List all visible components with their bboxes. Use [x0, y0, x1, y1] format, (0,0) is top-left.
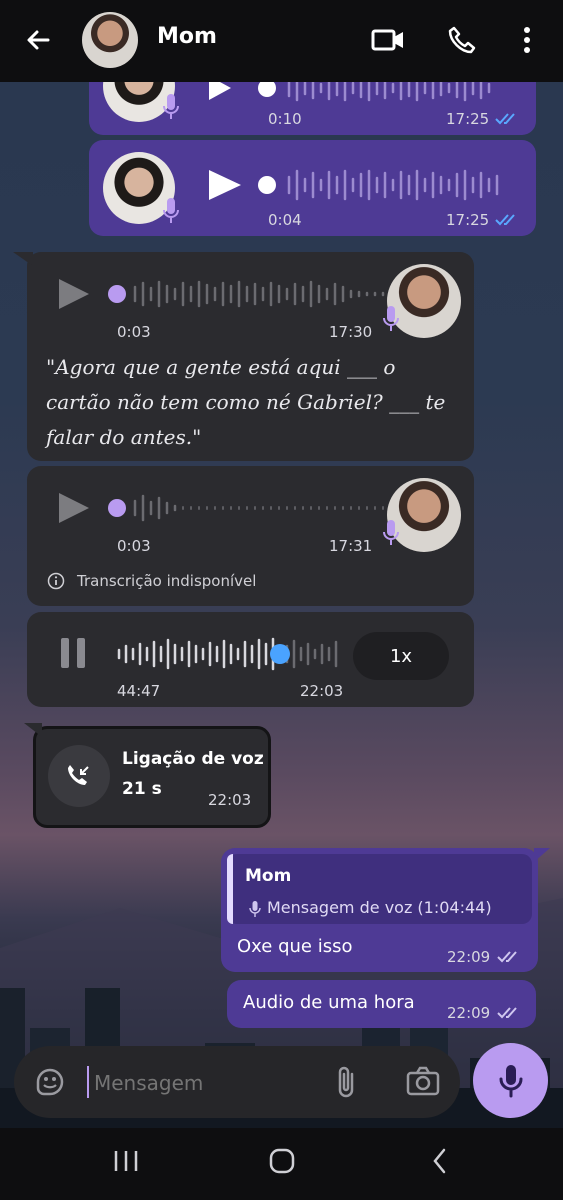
voice-message-incoming[interactable]: 0:03 17:31 Transcrição indisponível: [27, 466, 474, 606]
quoted-message[interactable]: Mom Mensagem de voz (1:04:44): [227, 854, 532, 924]
read-ticks-icon: [495, 113, 515, 125]
voice-waveform[interactable]: [209, 168, 519, 202]
info-icon: [47, 572, 65, 590]
quoted-name: Mom: [245, 866, 292, 886]
recent-apps-icon[interactable]: [112, 1148, 140, 1174]
voice-message-incoming[interactable]: 1x 44:47 22:03: [27, 612, 474, 707]
message-time: 17:30: [329, 323, 373, 341]
voice-duration: 0:03: [117, 537, 151, 555]
home-icon[interactable]: [268, 1147, 296, 1175]
mic-icon: [383, 306, 399, 331]
delivered-ticks-icon: [497, 951, 517, 963]
transcript-status: Transcrição indisponível: [77, 572, 257, 590]
read-ticks-icon: [495, 214, 515, 226]
voice-waveform[interactable]: [115, 636, 345, 672]
message-time: 22:03: [300, 682, 344, 700]
bubble-tail: [534, 848, 550, 862]
mic-icon: [499, 1065, 523, 1098]
message-time: 17:25: [446, 110, 490, 128]
back-nav-icon[interactable]: [430, 1147, 450, 1175]
mic-icon: [383, 520, 399, 545]
voice-position: 44:47: [117, 682, 161, 700]
contact-name[interactable]: Mom: [157, 24, 217, 49]
record-voice-button[interactable]: [473, 1043, 548, 1118]
message-time: 22:09: [447, 948, 491, 966]
playback-speed-button[interactable]: 1x: [353, 632, 449, 680]
message-time: 17:25: [446, 211, 490, 229]
chat-header: Mom: [0, 0, 563, 82]
camera-icon[interactable]: [406, 1066, 440, 1096]
message-time: 22:09: [447, 1004, 491, 1022]
incoming-call-icon: [68, 765, 89, 785]
voice-duration: 0:03: [117, 323, 151, 341]
message-time: 22:03: [208, 791, 252, 809]
call-duration: 21 s: [122, 779, 162, 799]
message-input[interactable]: [92, 1062, 316, 1104]
voice-call-message[interactable]: Ligação de voz 21 s 22:03: [24, 723, 271, 828]
quoted-text: Mensagem de voz (1:04:44): [267, 898, 492, 917]
voice-duration: 0:10: [268, 110, 302, 128]
text-message-outgoing[interactable]: Audio de uma hora 22:09: [227, 980, 536, 1028]
voice-message-outgoing[interactable]: 0:04 17:25: [89, 140, 536, 236]
message-text: Audio de uma hora: [243, 992, 415, 1013]
bubble-tail: [13, 252, 33, 266]
video-call-icon[interactable]: [370, 22, 406, 58]
mic-icon: [163, 198, 179, 223]
call-label: Ligação de voz: [122, 749, 264, 769]
text-cursor: [87, 1066, 89, 1098]
message-composer: [14, 1046, 460, 1118]
pause-icon[interactable]: [59, 636, 89, 670]
system-navigation-bar: [0, 1128, 563, 1200]
reply-message[interactable]: Mom Mensagem de voz (1:04:44) Oxe que is…: [221, 848, 550, 972]
sticker-icon[interactable]: [34, 1066, 66, 1098]
bubble-tail: [24, 723, 42, 737]
more-icon[interactable]: [512, 22, 542, 58]
message-time: 17:31: [329, 537, 373, 555]
call-icon-circle: [48, 745, 110, 807]
message-text: Oxe que isso: [237, 936, 353, 957]
mic-icon: [163, 94, 179, 119]
voice-transcript: "Agora que a gente está aqui ___ o cartã…: [46, 355, 446, 449]
mic-icon: [249, 901, 261, 917]
phone-icon[interactable]: [444, 22, 480, 58]
quote-bar: [227, 854, 233, 924]
attachment-icon[interactable]: [334, 1064, 358, 1100]
delivered-ticks-icon: [497, 1007, 517, 1019]
voice-waveform[interactable]: [57, 277, 397, 311]
voice-duration: 0:04: [268, 211, 302, 229]
back-arrow-icon[interactable]: [20, 22, 56, 58]
contact-avatar[interactable]: [82, 12, 138, 68]
voice-waveform[interactable]: [57, 491, 397, 525]
